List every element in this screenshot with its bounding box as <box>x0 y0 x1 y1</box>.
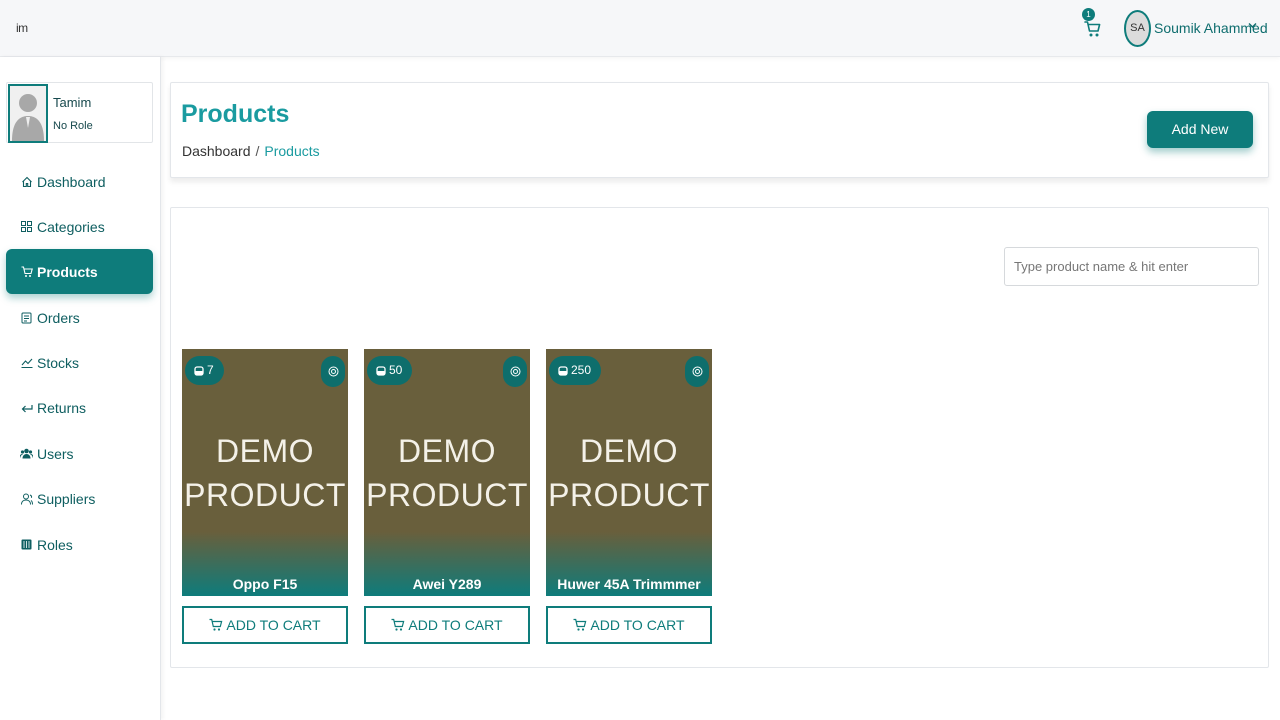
add-to-cart-button[interactable]: ADD TO CART <box>364 606 530 644</box>
cart-icon <box>391 618 405 631</box>
product-image[interactable]: DEMO PRODUCT 50 Awei Y289 <box>364 349 530 596</box>
add-to-cart-label: ADD TO CART <box>226 617 321 633</box>
sidebar-item-label: Dashboard <box>37 173 106 190</box>
product-card: DEMO PRODUCT 50 Awei Y289 ADD TO CART <box>364 349 530 644</box>
product-placeholder-text: DEMO PRODUCT <box>366 433 528 513</box>
chart-icon <box>20 356 33 369</box>
sidebar-item-stocks[interactable]: Stocks <box>6 340 153 385</box>
sidebar-item-label: Returns <box>37 399 87 416</box>
breadcrumb-current: Products <box>264 143 320 159</box>
top-navbar: im 1 SA Soumik Ahammed <box>0 0 1280 57</box>
product-name: Oppo F15 <box>232 576 298 592</box>
add-to-cart-label: ADD TO CART <box>590 617 685 633</box>
view-product-button[interactable] <box>685 356 709 387</box>
profile-name: Tamim <box>53 95 92 110</box>
sidebar: Tamim No Role Dashboard Categories Produ… <box>0 57 161 720</box>
stock-badge: 7 <box>185 356 224 385</box>
view-product-button[interactable] <box>321 356 345 387</box>
sidebar-item-products[interactable]: Products <box>6 249 153 294</box>
breadcrumb-separator: / <box>255 143 260 159</box>
sidebar-item-returns[interactable]: Returns <box>6 385 153 430</box>
cart-icon <box>573 618 587 631</box>
box-icon <box>376 365 386 376</box>
product-card: DEMO PRODUCT 7 Oppo F15 ADD TO CART <box>182 349 348 644</box>
stock-count: 7 <box>207 363 214 377</box>
sidebar-item-label: Suppliers <box>37 490 96 507</box>
stock-count: 50 <box>389 363 403 377</box>
sidebar-item-label: Orders <box>37 309 80 326</box>
chevron-down-icon[interactable] <box>1248 22 1257 29</box>
profile-role: No Role <box>53 120 93 132</box>
add-new-product-button[interactable]: Add New Product <box>1147 111 1253 174</box>
product-placeholder-text: DEMO PRODUCT <box>548 433 710 513</box>
header-cart-button[interactable]: 1 <box>1080 8 1106 44</box>
return-arrow-icon <box>20 401 33 414</box>
users-icon <box>20 447 33 460</box>
sidebar-item-suppliers[interactable]: Suppliers <box>6 476 153 521</box>
box-icon <box>194 365 204 376</box>
sidebar-item-label: Roles <box>37 536 73 553</box>
product-name: Awei Y289 <box>412 576 482 592</box>
sidebar-profile-card: Tamim No Role <box>6 82 153 143</box>
home-icon <box>20 175 33 188</box>
page-header-card: Products Dashboard / Products Add New Prod… <box>170 82 1269 178</box>
stock-badge: 50 <box>367 356 413 385</box>
product-name: Huwer 45A Trimmmer <box>557 576 701 592</box>
profile-avatar <box>8 84 48 143</box>
add-to-cart-label: ADD TO CART <box>408 617 503 633</box>
sidebar-item-categories[interactable]: Categories <box>6 204 153 249</box>
roles-icon <box>20 538 33 551</box>
sidebar-item-label: Stocks <box>37 354 80 371</box>
sidebar-item-label: Products <box>37 263 98 280</box>
stock-badge: 250 <box>549 356 602 385</box>
view-product-button[interactable] <box>503 356 527 387</box>
breadcrumb: Dashboard / Products <box>182 143 320 159</box>
sidebar-item-roles[interactable]: Roles <box>6 522 153 567</box>
user-avatar[interactable]: SA <box>1124 10 1151 47</box>
app-logo[interactable]: im <box>16 21 28 35</box>
products-panel: DEMOPRODUCT 7 Oppo F15 ADD TO CART DEMOP… <box>170 207 1269 668</box>
person-icon <box>20 492 33 505</box>
sidebar-item-users[interactable]: Users <box>6 431 153 476</box>
sidebar-item-dashboard[interactable]: Dashboard <box>6 159 153 204</box>
sidebar-item-label: Categories <box>37 218 105 235</box>
eye-icon <box>328 366 338 377</box>
product-image[interactable]: DEMO PRODUCT 7 Oppo F15 <box>182 349 348 596</box>
eye-icon <box>692 366 702 377</box>
product-search-input[interactable] <box>1004 247 1259 286</box>
product-card: DEMO PRODUCT 250 Huwer 45A Trimmmer ADD T… <box>546 349 712 644</box>
eye-icon <box>510 366 520 377</box>
page-title: Products <box>181 100 290 128</box>
stock-count: 250 <box>571 363 592 377</box>
breadcrumb-home-link[interactable]: Dashboard <box>182 143 251 159</box>
product-image[interactable]: DEMO PRODUCT 250 Huwer 45A Trimmmer <box>546 349 712 596</box>
product-placeholder-text: DEMO PRODUCT <box>184 433 346 513</box>
grid-icon <box>20 220 33 233</box>
add-to-cart-button[interactable]: ADD TO CART <box>546 606 712 644</box>
orders-icon <box>20 311 33 324</box>
sidebar-item-label: Users <box>37 445 74 462</box>
add-to-cart-button[interactable]: ADD TO CART <box>182 606 348 644</box>
box-icon <box>558 365 568 376</box>
cart-icon <box>1084 21 1101 37</box>
cart-icon <box>20 265 33 278</box>
sidebar-item-orders[interactable]: Orders <box>6 295 153 340</box>
cart-icon <box>209 618 223 631</box>
